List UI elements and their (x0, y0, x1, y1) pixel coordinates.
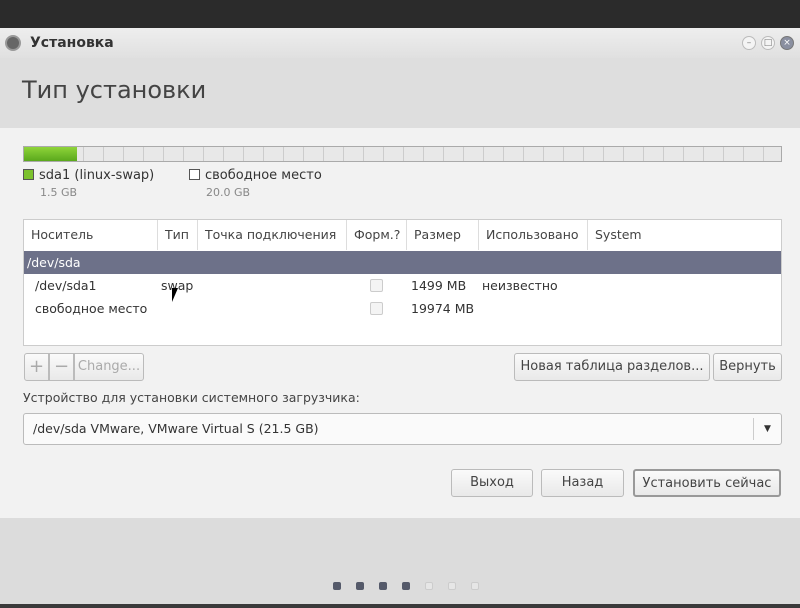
swatch-icon (189, 169, 200, 180)
app-icon (5, 35, 21, 51)
legend-size: 20.0 GB (206, 186, 251, 199)
device-name: /dev/sda (27, 255, 81, 270)
top-panel (0, 0, 800, 28)
column-header[interactable]: Точка подключения (198, 220, 347, 250)
legend-item: sda1 (linux-swap) 1.5 GB (23, 168, 154, 199)
page-header: Тип установки (0, 58, 800, 128)
minimize-icon[interactable]: – (742, 36, 756, 50)
cell-used: неизвестно (482, 278, 558, 293)
table-row-device[interactable]: /dev/sda (24, 251, 781, 274)
window-title: Установка (30, 35, 114, 51)
column-header[interactable]: Тип (158, 220, 198, 250)
disk-usage-bar (23, 146, 782, 162)
add-partition-button[interactable]: + (24, 353, 49, 381)
partition-table: Носитель Тип Точка подключения Форм.? Ра… (23, 219, 782, 346)
title-bar: Установка – □ × (0, 28, 800, 58)
disk-usage-fill (24, 147, 77, 161)
legend-item: свободное место 20.0 GB (189, 168, 322, 199)
step-dot-pending (448, 582, 456, 590)
revert-button[interactable]: Вернуть (713, 353, 782, 381)
table-row[interactable]: /dev/sda1 swap 1499 MB неизвестно (24, 274, 781, 297)
column-header[interactable]: Размер (407, 220, 479, 250)
column-header[interactable]: Форм.? (347, 220, 407, 250)
back-button[interactable]: Назад (541, 469, 624, 497)
cell-device: свободное место (35, 301, 148, 316)
legend-size: 1.5 GB (40, 186, 78, 199)
step-dot-done (333, 582, 341, 590)
column-header[interactable]: Носитель (24, 220, 158, 250)
format-checkbox[interactable] (370, 279, 383, 292)
column-header[interactable]: Использовано (479, 220, 588, 250)
cell-size: 1499 MB (411, 278, 467, 293)
bootloader-value: /dev/sda VMware, VMware Virtual S (21.5 … (33, 421, 319, 436)
column-header[interactable]: System (588, 220, 781, 250)
cell-size: 19974 MB (411, 301, 475, 316)
step-dot-done (402, 582, 410, 590)
chevron-down-icon[interactable]: ▼ (753, 418, 781, 440)
remove-partition-button[interactable]: − (49, 353, 74, 381)
step-dot-pending (425, 582, 433, 590)
bootloader-label: Устройство для установки системного загр… (23, 390, 360, 405)
change-partition-button[interactable]: Change... (74, 353, 144, 381)
step-indicator-area (0, 518, 800, 604)
legend-label: sda1 (linux-swap) (39, 168, 155, 183)
cell-device: /dev/sda1 (35, 278, 97, 293)
table-row[interactable]: свободное место 19974 MB (24, 297, 781, 320)
legend-label: свободное место (205, 168, 322, 183)
step-dot-done (379, 582, 387, 590)
format-checkbox[interactable] (370, 302, 383, 315)
install-now-button[interactable]: Установить сейчас (633, 469, 781, 497)
swatch-icon (23, 169, 34, 180)
step-dot-pending (471, 582, 479, 590)
page-title: Тип установки (22, 76, 207, 104)
maximize-icon[interactable]: □ (761, 36, 775, 50)
bootloader-device-select[interactable]: /dev/sda VMware, VMware Virtual S (21.5 … (23, 413, 782, 445)
new-partition-table-button[interactable]: Новая таблица разделов... (514, 353, 710, 381)
installer-window: Установка – □ × Тип установки sda1 (linu… (0, 28, 800, 604)
step-dot-done (356, 582, 364, 590)
quit-button[interactable]: Выход (451, 469, 533, 497)
close-icon[interactable]: × (780, 36, 794, 50)
mouse-cursor-icon (172, 288, 178, 302)
